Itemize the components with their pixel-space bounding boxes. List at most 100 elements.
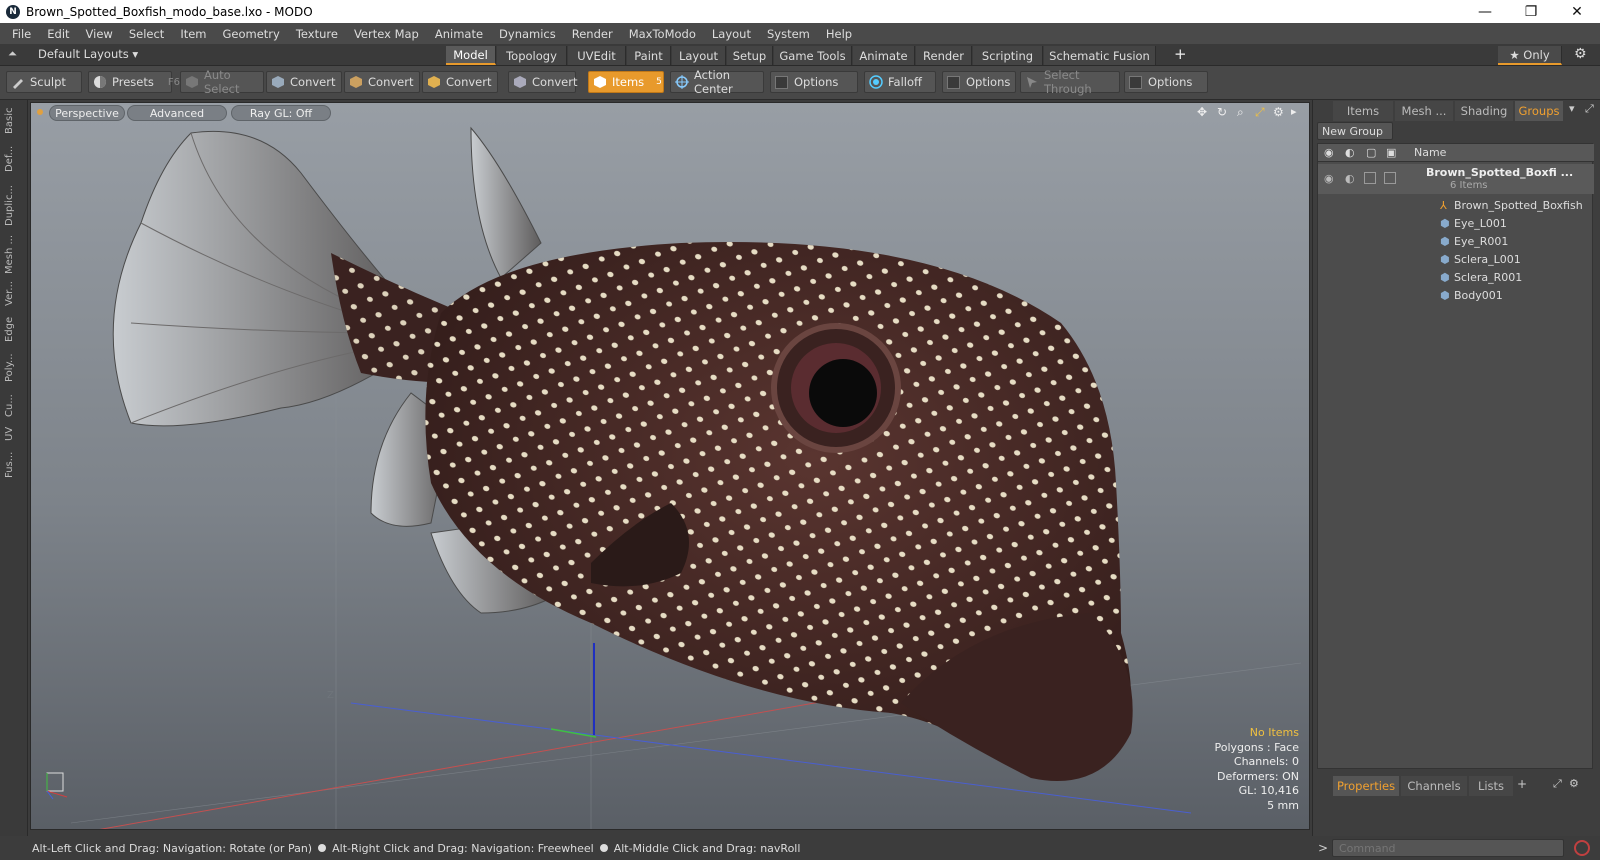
group-visibility-icon[interactable]: ◉ <box>1324 172 1334 185</box>
options-button-3[interactable]: Options <box>1124 71 1208 93</box>
minimize-button[interactable]: — <box>1462 0 1508 23</box>
record-icon[interactable] <box>1574 840 1590 856</box>
command-input[interactable] <box>1332 839 1564 857</box>
expand-panel-icon[interactable]: ⤢ <box>1585 102 1594 116</box>
menu-texture[interactable]: Texture <box>288 27 346 41</box>
left-tab-fusion[interactable]: Fus... <box>4 448 24 482</box>
bottom-gear-icon[interactable]: ⚙ <box>1569 777 1579 790</box>
tab-layout[interactable]: Layout <box>672 46 726 65</box>
bottom-expand-icon[interactable]: ⤢ <box>1553 777 1562 791</box>
advanced-button[interactable]: Advanced <box>127 105 227 121</box>
menu-edit[interactable]: Edit <box>39 27 77 41</box>
options-button-2[interactable]: Options <box>942 71 1016 93</box>
raygl-button[interactable]: Ray GL: Off <box>231 105 331 121</box>
left-tab-deform[interactable]: Def... <box>4 140 24 178</box>
menu-geometry[interactable]: Geometry <box>215 27 288 41</box>
left-tab-curve[interactable]: Cu... <box>4 392 24 420</box>
select-through-button[interactable]: Select Through <box>1020 68 1120 96</box>
action-center-button[interactable]: Action Center <box>670 68 764 96</box>
group-lock-checkbox[interactable] <box>1364 172 1376 184</box>
menu-view[interactable]: View <box>78 27 121 41</box>
items-mode-button[interactable]: Items 5 <box>588 71 664 93</box>
convert-vertices-button[interactable]: Convert <box>266 71 342 93</box>
tree-item-locator[interactable]: ⅄ Brown_Spotted_Boxfish <box>1318 196 1594 214</box>
pan-icon[interactable]: ✥ <box>1197 105 1207 119</box>
close-button[interactable]: ✕ <box>1554 0 1600 23</box>
menu-select[interactable]: Select <box>121 27 172 41</box>
menu-system[interactable]: System <box>759 27 818 41</box>
left-tab-mesh[interactable]: Mesh ... <box>4 234 24 274</box>
menu-dynamics[interactable]: Dynamics <box>491 27 564 41</box>
group-render-icon[interactable]: ◐ <box>1345 172 1355 185</box>
group-row[interactable]: ◉ ◐ Brown_Spotted_Boxfi ... 6 Items <box>1318 164 1594 194</box>
options-checkbox-2[interactable] <box>947 75 960 89</box>
menu-vertex-map[interactable]: Vertex Map <box>346 27 427 41</box>
fit-icon[interactable]: ⤢ <box>1255 105 1265 120</box>
select-column-icon[interactable]: ▣ <box>1386 146 1396 159</box>
left-tab-edge[interactable]: Edge <box>4 314 24 344</box>
default-layouts-dropdown[interactable]: Default Layouts ▾ <box>38 47 138 61</box>
add-tab-button[interactable]: + <box>1174 45 1187 63</box>
convert-edges-button[interactable]: Convert <box>344 71 420 93</box>
tab-topology[interactable]: Topology <box>497 46 567 65</box>
menu-help[interactable]: Help <box>818 27 860 41</box>
tab-setup[interactable]: Setup <box>727 46 773 65</box>
lock-column-icon[interactable]: ▢ <box>1366 146 1376 159</box>
convert-items-button[interactable]: Convert <box>508 71 577 93</box>
tab-game-tools[interactable]: Game Tools <box>774 46 852 65</box>
tab-items[interactable]: Items <box>1333 101 1393 121</box>
menu-item[interactable]: Item <box>172 27 214 41</box>
options-button-1[interactable]: Options <box>770 71 858 93</box>
viewport-gear-icon[interactable]: ⚙ <box>1273 105 1284 119</box>
group-select-checkbox[interactable] <box>1384 172 1396 184</box>
tab-render[interactable]: Render <box>916 46 972 65</box>
tab-menu-icon[interactable]: ▾ <box>1569 102 1575 115</box>
menu-maxtomodo[interactable]: MaxToModo <box>621 27 704 41</box>
viewport-more-icon[interactable]: ▸ <box>1291 105 1297 118</box>
auto-select-button[interactable]: Auto Select <box>180 68 264 96</box>
only-toggle[interactable]: ★ Only <box>1498 46 1562 65</box>
tree-item-sclera-r[interactable]: ⬢ Sclera_R001 <box>1318 268 1594 286</box>
tab-model[interactable]: Model <box>446 46 496 65</box>
rotate-icon[interactable]: ↻ <box>1217 105 1227 119</box>
menu-file[interactable]: File <box>4 27 39 41</box>
left-tab-polygon[interactable]: Poly... <box>4 348 24 388</box>
convert-polygons-button[interactable]: Convert <box>422 71 498 93</box>
tree-item-body[interactable]: ⬢ Body001 <box>1318 286 1594 304</box>
new-group-button[interactable]: New Group <box>1317 122 1393 140</box>
options-checkbox-3[interactable] <box>1129 75 1142 89</box>
tab-paint[interactable]: Paint <box>627 46 671 65</box>
sculpt-button[interactable]: Sculpt <box>6 71 82 93</box>
tab-channels[interactable]: Channels <box>1401 776 1467 796</box>
tab-animate[interactable]: Animate <box>853 46 915 65</box>
tab-groups[interactable]: Groups <box>1515 101 1563 121</box>
collapse-icon[interactable]: ⏶ <box>8 47 17 61</box>
tab-shading[interactable]: Shading <box>1455 101 1513 121</box>
tab-mesh[interactable]: Mesh ... <box>1395 101 1453 121</box>
maximize-button[interactable]: ❐ <box>1508 0 1554 23</box>
tab-properties[interactable]: Properties <box>1333 776 1399 796</box>
left-tab-vertex[interactable]: Ver... <box>4 278 24 310</box>
zoom-icon[interactable]: ⌕ <box>1237 105 1244 120</box>
options-checkbox-1[interactable] <box>775 75 788 89</box>
menu-render[interactable]: Render <box>564 27 621 41</box>
add-tab-icon[interactable]: + <box>1517 777 1527 791</box>
tree-item-sclera-l[interactable]: ⬢ Sclera_L001 <box>1318 250 1594 268</box>
tab-schematic-fusion[interactable]: Schematic Fusion <box>1044 46 1156 65</box>
menu-layout[interactable]: Layout <box>704 27 759 41</box>
presets-button[interactable]: Presets F6 <box>88 71 180 93</box>
3d-viewport[interactable]: Z Perspective Advanced Ray GL: Off ✥ ↻ ⌕… <box>30 102 1310 830</box>
tree-item-eye-l[interactable]: ⬢ Eye_L001 <box>1318 214 1594 232</box>
render-column-icon[interactable]: ◐ <box>1345 146 1355 159</box>
visibility-column-icon[interactable]: ◉ <box>1324 146 1334 159</box>
menu-animate[interactable]: Animate <box>427 27 491 41</box>
falloff-button[interactable]: Falloff <box>864 71 936 93</box>
left-tab-basic[interactable]: Basic <box>4 106 24 136</box>
tree-item-eye-r[interactable]: ⬢ Eye_R001 <box>1318 232 1594 250</box>
left-tab-duplicate[interactable]: Duplic... <box>4 182 24 230</box>
tab-uvedit[interactable]: UVEdit <box>568 46 626 65</box>
left-tab-uv[interactable]: UV <box>4 424 24 444</box>
gear-icon[interactable]: ⚙ <box>1574 46 1587 62</box>
tab-scripting[interactable]: Scripting <box>973 46 1043 65</box>
perspective-button[interactable]: Perspective <box>49 105 125 121</box>
